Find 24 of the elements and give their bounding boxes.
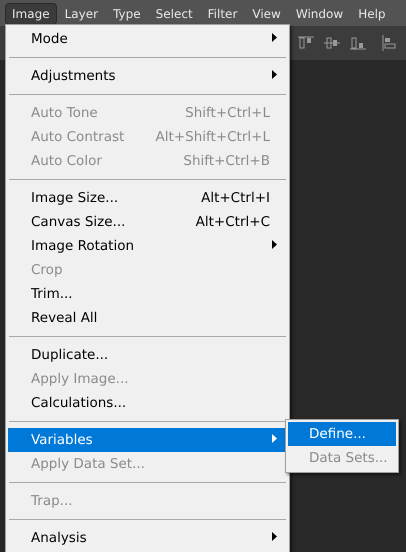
menu-item[interactable]: Adjustments bbox=[8, 64, 287, 88]
align-left-icon[interactable] bbox=[382, 35, 396, 51]
align-bottom-icon[interactable] bbox=[350, 36, 366, 50]
menu-item[interactable]: Calculations... bbox=[8, 391, 287, 415]
align-middle-icon[interactable] bbox=[324, 36, 340, 50]
menu-bar-item[interactable]: Filter bbox=[200, 3, 244, 25]
menu-item[interactable]: Reveal All bbox=[8, 306, 287, 330]
menu-item[interactable]: Canvas Size... Alt+Ctrl+C bbox=[8, 210, 287, 234]
menu-item[interactable]: Image Size... Alt+Ctrl+I bbox=[8, 186, 287, 210]
menu-item[interactable]: Image Rotation bbox=[8, 234, 287, 258]
menu-bar-item[interactable]: Select bbox=[148, 3, 200, 25]
menu-bar-item[interactable]: Type bbox=[106, 3, 148, 25]
menu-bar-item[interactable]: Image bbox=[5, 3, 57, 25]
menu-item[interactable]: Analysis bbox=[8, 526, 287, 550]
menu-item[interactable]: Duplicate... bbox=[8, 343, 287, 367]
menu-bar-item[interactable]: View bbox=[245, 3, 288, 25]
menu-item[interactable]: Variables bbox=[8, 428, 287, 452]
menu-item[interactable]: Mode bbox=[8, 27, 287, 51]
menu-bar-item[interactable]: Layer bbox=[58, 3, 106, 25]
submenu-item[interactable]: Define... bbox=[288, 422, 396, 446]
align-top-icon[interactable] bbox=[298, 36, 314, 50]
menu-bar-item[interactable]: Window bbox=[288, 3, 350, 25]
menu-item[interactable]: Trim... bbox=[8, 282, 287, 306]
menu-bar-item[interactable]: Help bbox=[351, 3, 393, 25]
